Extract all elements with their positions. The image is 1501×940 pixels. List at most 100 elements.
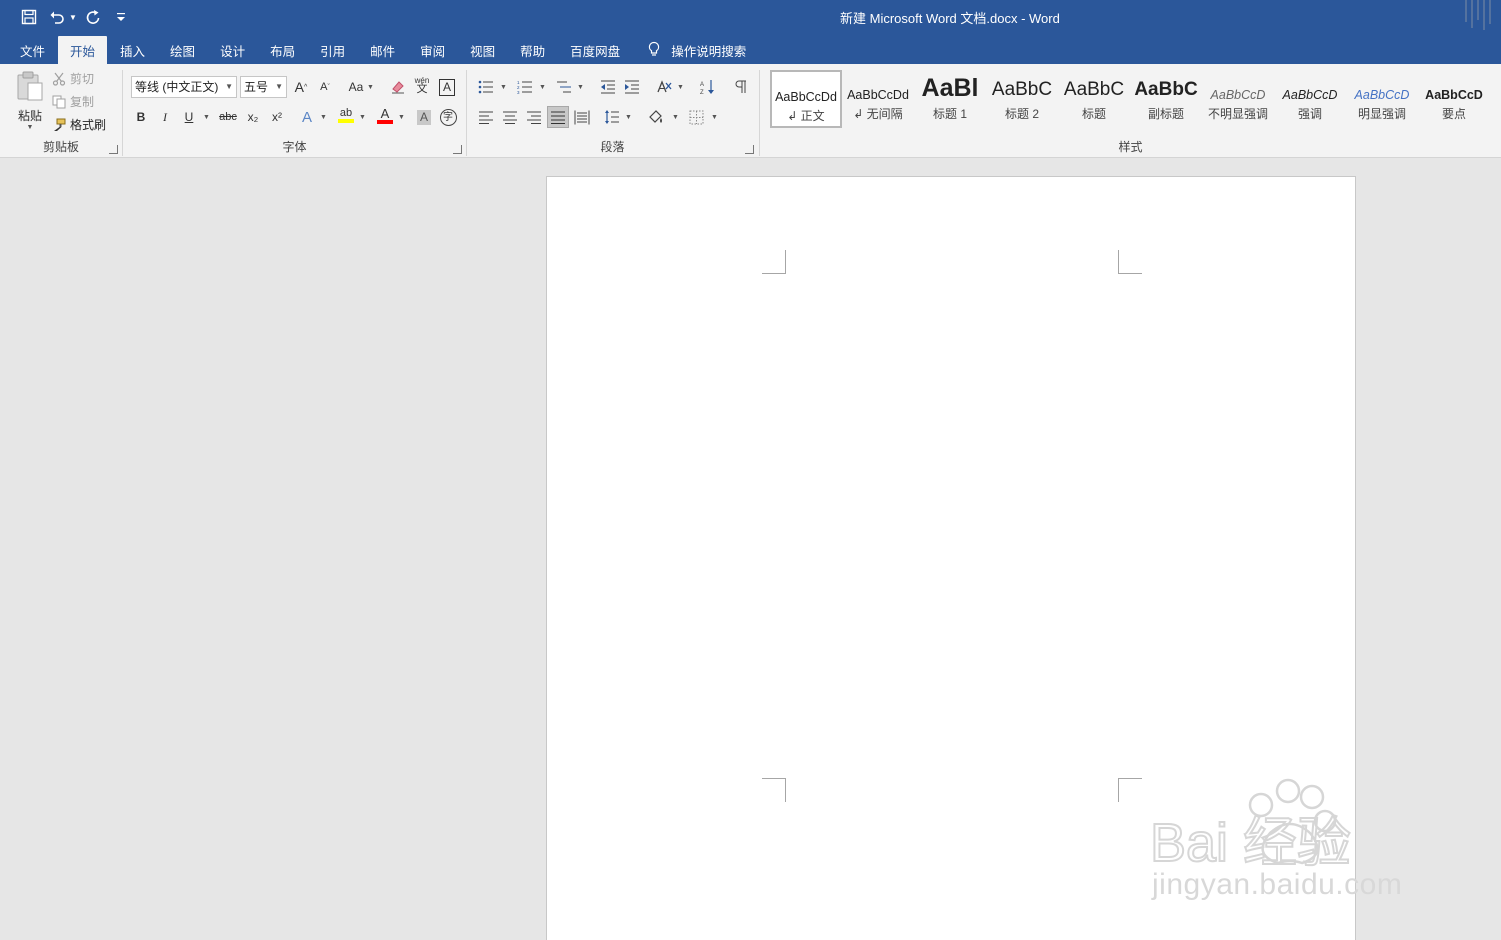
style-subtitle[interactable]: AaBbC 副标题 (1130, 70, 1202, 128)
style-title[interactable]: AaBbC 标题 (1058, 70, 1130, 128)
tab-baidu-netdisk[interactable]: 百度网盘 (558, 36, 632, 64)
line-spacing-icon[interactable] (601, 106, 623, 128)
style-normal[interactable]: AaBbCcDd ↲ 正文 (770, 70, 842, 128)
font-size-value: 五号 (244, 80, 269, 94)
style-heading-2[interactable]: AaBbC 标题 2 (986, 70, 1058, 128)
tab-help[interactable]: 帮助 (508, 36, 557, 64)
bold-button[interactable]: B (130, 106, 152, 128)
redo-icon[interactable] (82, 6, 104, 28)
chevron-down-icon[interactable]: ▼ (359, 114, 366, 121)
clipboard-launcher-icon[interactable] (109, 145, 118, 154)
tab-references[interactable]: 引用 (308, 36, 357, 64)
chevron-down-icon[interactable]: ▼ (320, 114, 327, 121)
tab-home[interactable]: 开始 (58, 36, 108, 64)
style-heading-1[interactable]: AaBl 标题 1 (914, 70, 986, 128)
bullets-icon[interactable] (475, 76, 497, 98)
style-name: 强调 (1297, 107, 1322, 121)
character-shading-button[interactable]: A (413, 106, 435, 128)
decrease-indent-icon[interactable] (597, 76, 619, 98)
show-marks-icon[interactable] (729, 76, 751, 98)
style-sample: AaBbCcD (1282, 88, 1338, 102)
distributed-icon[interactable] (571, 106, 593, 128)
font-color-button[interactable]: A (374, 104, 396, 126)
tab-design[interactable]: 设计 (208, 36, 257, 64)
style-name: 标题 1 (932, 107, 967, 121)
chevron-down-icon[interactable]: ▼ (398, 114, 405, 121)
svg-text:Z: Z (700, 90, 704, 95)
multilevel-list-icon[interactable] (553, 76, 575, 98)
underline-button[interactable]: U (178, 106, 200, 128)
style-no-spacing[interactable]: AaBbCcDd ↲ 无间隔 (842, 70, 914, 128)
chevron-down-icon[interactable]: ▼ (672, 114, 679, 121)
copy-button[interactable]: 复制 (52, 93, 94, 110)
chevron-down-icon[interactable]: ▼ (367, 84, 374, 91)
paragraph-launcher-icon[interactable] (745, 145, 754, 154)
enclose-characters-button[interactable]: 字 (437, 106, 459, 128)
tab-review[interactable]: 审阅 (408, 36, 457, 64)
undo-icon[interactable] (46, 6, 68, 28)
shrink-font-button[interactable]: Aˇ (314, 76, 336, 98)
cut-button[interactable]: 剪切 (52, 70, 94, 87)
strikethrough-button[interactable]: abc (217, 106, 239, 128)
phonetic-guide-button[interactable]: wén 文 (411, 74, 433, 96)
style-sample: AaBbC (991, 79, 1053, 100)
highlight-button[interactable]: ab (335, 104, 357, 126)
style-strong[interactable]: AaBbCcD 要点 (1418, 70, 1490, 128)
subscript-button[interactable]: x₂ (242, 106, 264, 128)
align-right-icon[interactable] (523, 106, 545, 128)
customize-qat-icon[interactable] (110, 6, 132, 28)
chinese-layout-icon[interactable] (653, 76, 675, 98)
chevron-down-icon[interactable]: ▼ (677, 84, 684, 91)
tell-me-label: 操作说明搜索 (671, 44, 747, 59)
style-sample: AaBl (921, 74, 979, 102)
format-painter-button[interactable]: 格式刷 (52, 116, 106, 133)
change-case-button[interactable]: Aa (343, 76, 369, 98)
tab-view[interactable]: 视图 (458, 36, 507, 64)
chevron-down-icon[interactable]: ▼ (539, 84, 546, 91)
borders-icon[interactable] (685, 106, 707, 128)
paste-dropdown-icon[interactable]: ▼ (12, 124, 48, 131)
sort-icon[interactable]: AZ (697, 76, 719, 98)
save-icon[interactable] (18, 6, 40, 28)
superscript-button[interactable]: x² (266, 106, 288, 128)
margin-corner-bottom-left (762, 778, 786, 802)
clear-formatting-icon[interactable] (387, 76, 409, 98)
font-name-combo[interactable]: 等线 (中文正文) ▼ (131, 76, 237, 98)
align-left-icon[interactable] (475, 106, 497, 128)
tab-mailings[interactable]: 邮件 (358, 36, 407, 64)
font-group: 等线 (中文正文) ▼ 五号 ▼ A ^ Aˇ Aa ▼ wén 文 A B I U… (123, 64, 466, 158)
style-intense-emphasis[interactable]: AaBbCcD 明显强调 (1346, 70, 1418, 128)
undo-dropdown-icon[interactable]: ▼ (68, 13, 78, 22)
tab-layout[interactable]: 布局 (258, 36, 307, 64)
increase-indent-icon[interactable] (621, 76, 643, 98)
watermark-brand: Bai 经验 (1150, 813, 1351, 873)
paragraph-group-label: 段落 (600, 140, 625, 154)
chevron-down-icon[interactable]: ▼ (711, 114, 718, 121)
font-size-combo[interactable]: 五号 ▼ (240, 76, 287, 98)
style-subtle-emphasis[interactable]: AaBbCcD 不明显强调 (1202, 70, 1274, 128)
chevron-down-icon[interactable]: ▼ (577, 84, 584, 91)
character-border-button[interactable]: A (436, 76, 458, 98)
grow-font-button[interactable]: A ^ (290, 76, 312, 98)
text-effects-button[interactable]: A (296, 106, 318, 128)
style-sample: AaBbCcDd (847, 88, 909, 102)
tab-file[interactable]: 文件 (8, 36, 57, 64)
tell-me-search[interactable]: 操作说明搜索 (647, 36, 746, 64)
tab-draw[interactable]: 绘图 (158, 36, 207, 64)
italic-button[interactable]: I (154, 106, 176, 128)
font-launcher-icon[interactable] (453, 145, 462, 154)
paste-button[interactable]: 粘贴 ▼ (12, 70, 48, 131)
clipboard-group-label: 剪贴板 (42, 140, 79, 154)
chevron-down-icon[interactable]: ▼ (625, 114, 632, 121)
chevron-down-icon[interactable]: ▼ (203, 114, 210, 121)
style-emphasis[interactable]: AaBbCcD 强调 (1274, 70, 1346, 128)
shading-icon[interactable] (645, 106, 667, 128)
ribbon-tabs: 文件 开始 插入 绘图 设计 布局 引用 邮件 审阅 视图 帮助 百度网盘 操作… (0, 33, 1501, 64)
justify-icon[interactable] (547, 106, 569, 128)
font-group-label: 字体 (282, 140, 307, 154)
align-center-icon[interactable] (499, 106, 521, 128)
tab-insert[interactable]: 插入 (108, 36, 157, 64)
chevron-down-icon[interactable]: ▼ (500, 84, 507, 91)
numbering-icon[interactable]: 123 (514, 76, 536, 98)
cut-label: 剪切 (70, 72, 95, 86)
